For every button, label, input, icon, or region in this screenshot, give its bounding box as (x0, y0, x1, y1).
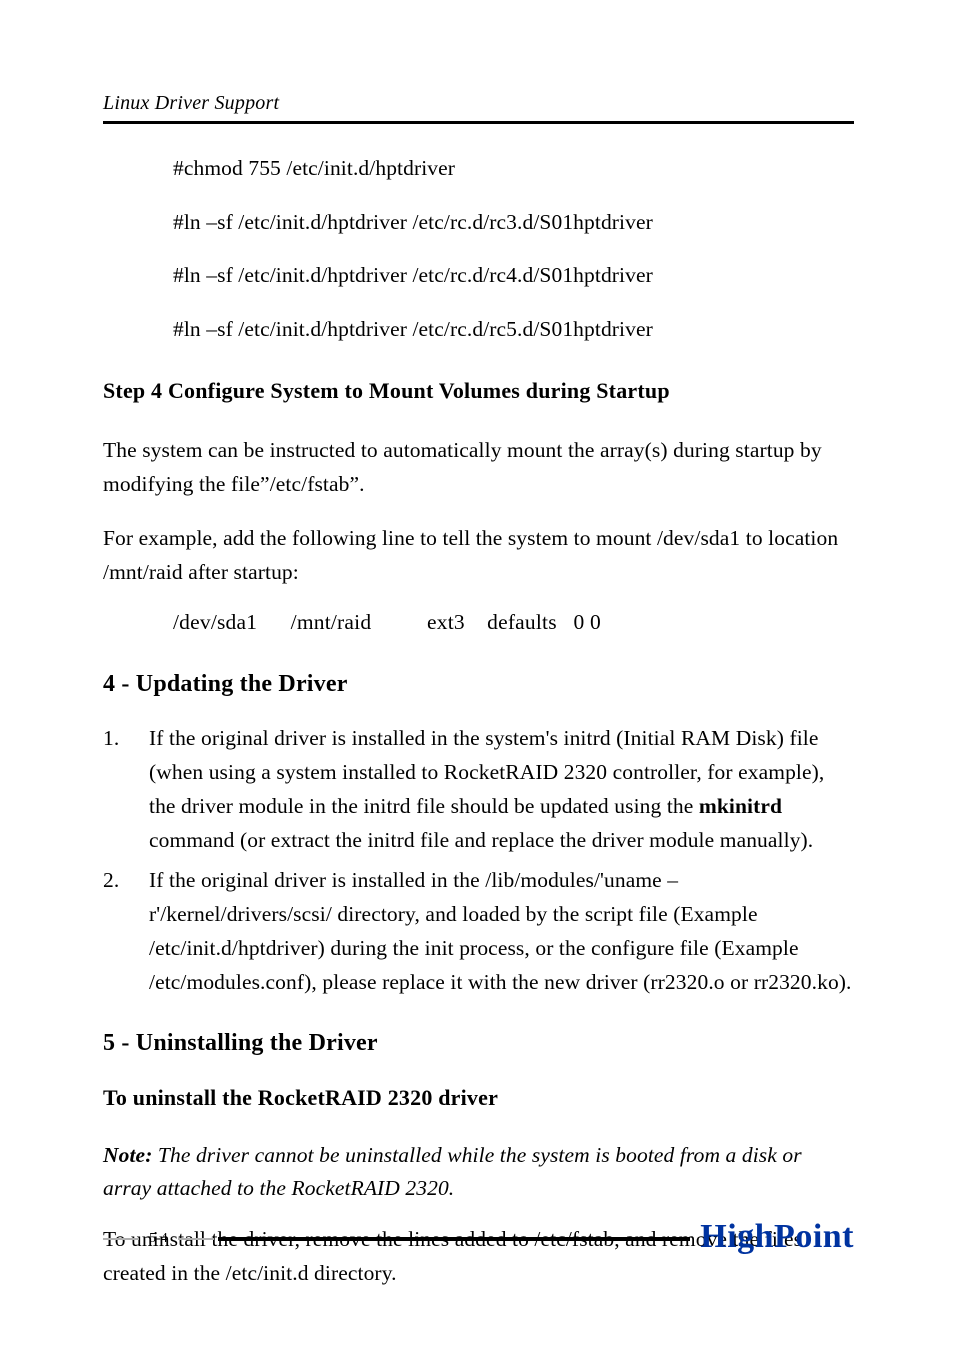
list-item-number: 1. (103, 722, 149, 858)
list-item-text-pre: If the original driver is installed in t… (149, 868, 852, 994)
fstab-line: /dev/sda1 /mnt/raid ext3 defaults 0 0 (173, 610, 854, 635)
step4-paragraph-1: The system can be instructed to automati… (103, 434, 854, 502)
section4-heading: 4 - Updating the Driver (103, 671, 854, 698)
brand-logo: HighPoint (700, 1218, 854, 1256)
list-item-bold: mkinitrd (699, 794, 782, 818)
page-body: Linux Driver Support #chmod 755 /etc/ini… (0, 0, 954, 1291)
step4-heading: Step 4 Configure System to Mount Volumes… (103, 378, 854, 404)
command-block: #chmod 755 /etc/init.d/hptdriver #ln –sf… (173, 158, 854, 340)
page-footer: 5-4 HighPoint (103, 1219, 854, 1259)
footer-rule-main (218, 1237, 691, 1241)
section4-list: 1. If the original driver is installed i… (103, 722, 854, 1000)
note-body: The driver cannot be uninstalled while t… (103, 1143, 802, 1200)
footer-rule-left (103, 1238, 139, 1240)
list-item-text-post: command (or extract the initrd file and … (149, 828, 813, 852)
step4-paragraph-2: For example, add the following line to t… (103, 522, 854, 590)
command-line: #chmod 755 /etc/init.d/hptdriver (173, 158, 854, 180)
list-item: 1. If the original driver is installed i… (103, 722, 854, 858)
section5-note: Note: The driver cannot be uninstalled w… (103, 1139, 854, 1206)
footer-rule-mid (178, 1238, 214, 1240)
note-label: Note: (103, 1143, 152, 1167)
section5-heading: 5 - Uninstalling the Driver (103, 1030, 854, 1057)
list-item-number: 2. (103, 864, 149, 1000)
list-item-body: If the original driver is installed in t… (149, 864, 854, 1000)
page-number-wrap: 5-4 (103, 1231, 214, 1247)
running-header: Linux Driver Support (103, 92, 854, 124)
page-number: 5-4 (139, 1231, 178, 1247)
list-item: 2. If the original driver is installed i… (103, 864, 854, 1000)
list-item-body: If the original driver is installed in t… (149, 722, 854, 858)
command-line: #ln –sf /etc/init.d/hptdriver /etc/rc.d/… (173, 319, 854, 341)
section5-subheading: To uninstall the RocketRAID 2320 driver (103, 1085, 854, 1111)
command-line: #ln –sf /etc/init.d/hptdriver /etc/rc.d/… (173, 265, 854, 287)
command-line: #ln –sf /etc/init.d/hptdriver /etc/rc.d/… (173, 212, 854, 234)
